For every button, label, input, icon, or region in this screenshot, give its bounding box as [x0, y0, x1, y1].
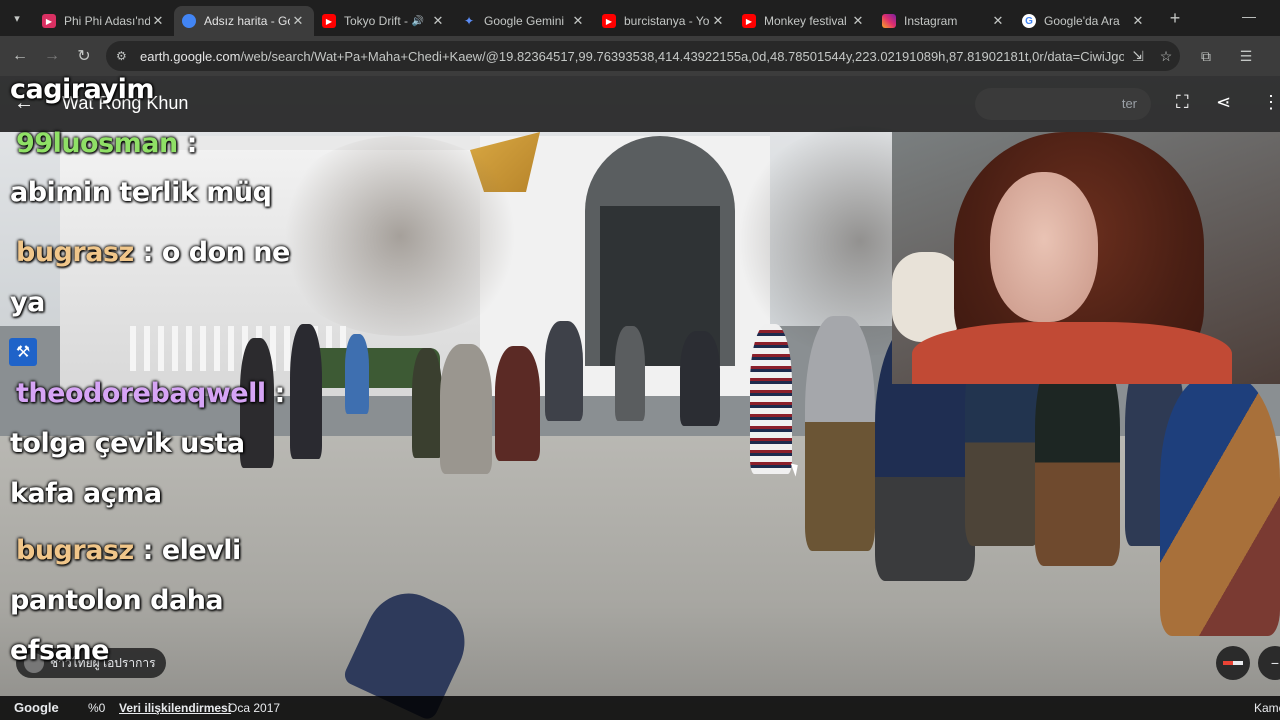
toolbar-right: ⧉ ☰	[1186, 48, 1266, 65]
install-app-icon[interactable]: ⇲	[1124, 48, 1152, 65]
visitor	[680, 331, 720, 426]
visitor	[750, 324, 792, 474]
chair	[892, 252, 962, 342]
chat-message-text: tolga çevik usta	[10, 428, 245, 459]
chat-message-header: bugrasz : o don ne	[16, 237, 290, 268]
chat-message-text: kafa açma	[10, 478, 162, 509]
reading-list-icon[interactable]: ☰	[1226, 48, 1266, 65]
omnibox-actions: ⇲ ☆	[1124, 48, 1180, 65]
tab-2[interactable]: ▶ Tokyo Drift - 🔊 ✕	[314, 6, 454, 36]
camera-label: Kame	[1254, 701, 1280, 715]
tab-title: burcistanya - You	[624, 14, 710, 28]
youtube-favicon-icon: ▶	[602, 14, 616, 28]
youtube-favicon-icon: ▶	[742, 14, 756, 28]
tab-close-icon[interactable]: ✕	[570, 13, 586, 29]
visitor	[440, 344, 492, 474]
chat-message-text: elevli	[161, 535, 242, 566]
tab-close-icon[interactable]: ✕	[710, 13, 726, 29]
tab-6[interactable]: Instagram ✕	[874, 6, 1014, 36]
compass-icon[interactable]	[1216, 646, 1250, 680]
visitor	[345, 334, 369, 414]
visitor	[615, 326, 645, 421]
chat-separator: :	[142, 535, 154, 566]
chat-username: 99luosman	[16, 128, 178, 159]
chat-message-header: 99luosman :	[16, 128, 197, 159]
tab-title: Google'da Ara	[1044, 14, 1120, 28]
share-icon[interactable]: ⋖	[1216, 92, 1231, 113]
visitor	[495, 346, 540, 461]
chat-separator: :	[274, 378, 286, 409]
tab-close-icon[interactable]: ✕	[1130, 13, 1146, 29]
chat-message-text: o don ne	[161, 237, 290, 268]
screenshot-capture-icon[interactable]: ⛶	[1176, 92, 1189, 113]
chat-message-text: cagirayim	[10, 74, 155, 105]
chat-username: theodorebaqwell	[16, 378, 266, 409]
visitor	[805, 316, 875, 551]
youtube-favicon-icon: ▶	[322, 14, 336, 28]
bookmark-star-icon[interactable]: ☆	[1152, 48, 1180, 65]
webcam-overlay	[892, 132, 1280, 384]
moderator-badge-icon: ⚒	[9, 338, 37, 366]
streamer-face	[990, 172, 1098, 322]
chat-username: bugrasz	[16, 535, 134, 566]
stream-chat-overlay: cagirayim 99luosman : abimin terlik müq …	[0, 0, 300, 720]
minimize-icon[interactable]: —	[1242, 8, 1256, 24]
google-favicon-icon: G	[1022, 14, 1036, 28]
compass-needle	[1223, 661, 1243, 665]
streamer-shirt	[912, 322, 1232, 384]
chat-message-text: pantolon daha	[10, 585, 224, 616]
chat-separator: :	[186, 128, 198, 159]
tab-3[interactable]: ✦ Google Gemini ✕	[454, 6, 594, 36]
chat-message-text: abimin terlik müq	[10, 177, 272, 208]
tab-close-icon[interactable]: ✕	[990, 13, 1006, 29]
new-tab-plus-icon[interactable]: +	[1160, 8, 1190, 29]
url-path: /web/search/Wat+Pa+Maha+Chedi+Kaew/@19.8…	[240, 48, 1124, 64]
visitor	[1160, 376, 1280, 636]
tab-close-icon[interactable]: ✕	[850, 13, 866, 29]
tab-close-icon[interactable]: ✕	[430, 13, 446, 29]
tab-title: Google Gemini	[484, 14, 565, 28]
chat-separator: :	[142, 237, 154, 268]
chat-message-text: ya	[10, 287, 45, 318]
chat-message-header: bugrasz : elevli	[16, 535, 241, 566]
tab-title: Monkey festival	[764, 14, 847, 28]
extensions-puzzle-icon[interactable]: ⧉	[1186, 48, 1226, 65]
chat-message-header: theodorebaqwell :	[16, 378, 285, 409]
tab-title: Instagram	[904, 14, 958, 28]
tab-4[interactable]: ▶ burcistanya - You ✕	[594, 6, 734, 36]
instagram-favicon-icon	[882, 14, 896, 28]
filter-pill[interactable]: ter	[975, 88, 1151, 120]
chat-message-text: efsane	[10, 635, 109, 666]
tab-7[interactable]: G Google'da Ara ✕	[1014, 6, 1154, 36]
more-vert-icon[interactable]: ⋮	[1262, 92, 1280, 113]
visitor	[545, 321, 583, 421]
gemini-favicon-icon: ✦	[463, 14, 475, 28]
bare-tree-left	[270, 136, 530, 336]
visitor	[412, 348, 442, 458]
tab-title: Tokyo Drift -	[344, 14, 409, 28]
chat-username: bugrasz	[16, 237, 134, 268]
speaker-icon[interactable]: 🔊	[412, 16, 424, 27]
tab-5[interactable]: ▶ Monkey festival ✕	[734, 6, 874, 36]
